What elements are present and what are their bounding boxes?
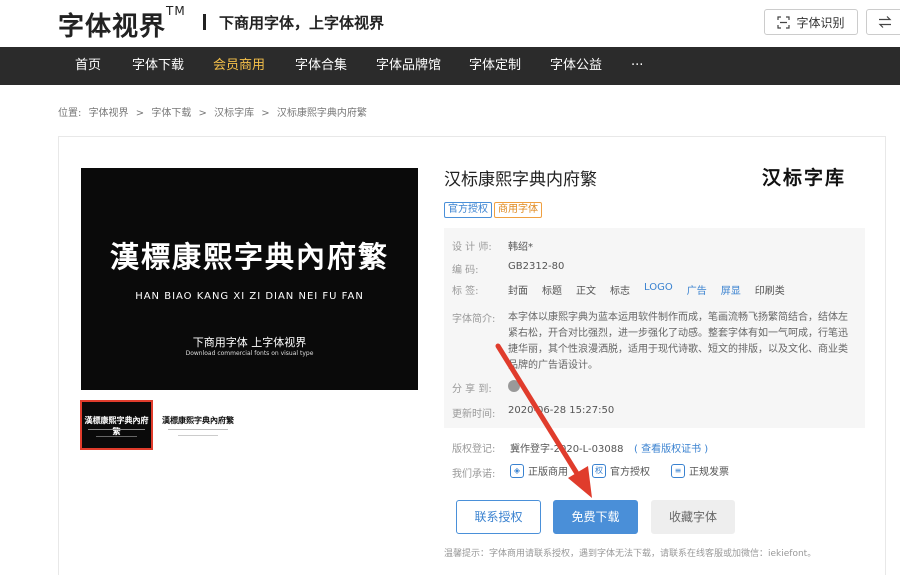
breadcrumb-foundry[interactable]: 汉标字库 [214,108,254,119]
label-tag[interactable]: 标题 [542,282,562,297]
breadcrumb-prefix: 位置: [58,108,82,119]
promise-genuine-label: 正版商用 [528,467,568,478]
certificate-icon: 权 [592,463,606,478]
nav-item-home[interactable]: 首页 [75,47,101,85]
shield-icon: ◈ [510,463,524,478]
code-value: GB2312-80 [508,261,565,272]
nav-item-font-download[interactable]: 字体下载 [132,47,184,85]
thumbnail-2-line [168,429,228,430]
promise-official-label: 官方授权 [610,467,650,478]
breadcrumb-current: 汉标康熙字典内府繁 [276,108,367,119]
logo-text: 字体视界 [58,12,167,42]
breadcrumb-sep: > [135,108,145,119]
preview-subtitle: 下商用字体 上字体视界 [192,336,307,349]
promise-invoice: ≡ 正规发票 [671,463,729,478]
thumbnail-2-line [178,435,218,436]
nav-item-custom[interactable]: 字体定制 [469,47,521,85]
labels-list: 封面 标题 正文 标志 LOGO 广告 屏显 印刷类 [508,282,799,297]
site-logo[interactable]: 字体视界TM [58,4,186,43]
copyright-label: 版权登记: [452,444,496,455]
code-label: 编 码: [452,265,479,276]
slogan-divider [203,14,206,30]
designer-value: 韩绍* [508,242,533,253]
wechat-share-icon[interactable] [508,380,520,392]
thumbnail-1-line [96,436,137,437]
label-tag[interactable]: 印刷类 [755,282,785,297]
breadcrumb-font-download[interactable]: 字体下载 [151,108,191,119]
font-recognize-button[interactable]: 字体识别 [764,9,858,35]
nav-item-more[interactable]: ··· [631,47,643,85]
font-details-panel: 设 计 师: 韩绍* 编 码: GB2312-80 标 签: 封面 标题 正文 … [444,228,865,428]
nav-item-brand-hall[interactable]: 字体品牌馆 [376,47,441,85]
main-nav: 首页 字体下载 会员商用 字体合集 字体品牌馆 字体定制 字体公益 ··· [0,47,900,85]
promise-label: 我们承诺: [452,469,496,480]
desc-label: 字体简介: [452,314,496,325]
font-preview-image: 漢標康熙字典內府繁 HAN BIAO KANG XI ZI DIAN NEI F… [81,168,418,390]
designer-label: 设 计 师: [452,242,492,253]
logo-tm: TM [166,4,186,18]
labels-label: 标 签: [452,286,479,297]
label-tag[interactable]: 广告 [687,282,707,297]
commercial-font-tag: 商用字体 [494,202,542,218]
font-recognize-label: 字体识别 [796,15,845,30]
contact-license-button[interactable]: 联系授权 [456,500,541,534]
labels-row: 标 签: 封面 标题 正文 标志 LOGO 广告 屏显 印刷类 [452,282,785,297]
label-tag[interactable]: 标志 [610,282,630,297]
font-description: 本字体以康熙字典为蓝本运用软件制作而成，笔画流畅飞扬繁简结合，结体左紧右松，开合… [508,312,848,371]
designer-row: 设 计 师: 韩绍* [452,238,533,253]
site-slogan: 下商用字体，上字体视界 [219,14,385,32]
download-tip: 温馨提示：字体商用请联系授权，遇到字体无法下载，请联系在线客服或加微信：ieki… [444,549,817,559]
preview-subtitle-en: Download commercial fonts on visual type [185,350,314,357]
preview-title: 漢標康熙字典內府繁 [109,240,389,274]
update-label: 更新时间: [452,409,496,420]
foundry-logo[interactable]: 汉标字库 [762,163,846,190]
preview-pinyin: HAN BIAO KANG XI ZI DIAN NEI FU FAN [135,291,364,302]
promise-genuine: ◈ 正版商用 [510,463,568,478]
collect-font-button[interactable]: 收藏字体 [651,500,735,534]
breadcrumb-sep: > [261,108,270,119]
official-license-tag: 官方授权 [444,202,492,218]
breadcrumb: 位置: 字体视界 > 字体下载 > 汉标字库 > 汉标康熙字典内府繁 [58,104,371,119]
view-certificate-link[interactable]: ( 查看版权证书 ) [634,440,708,455]
update-time: 2020-06-28 15:27:50 [508,405,615,416]
label-tag[interactable]: 封面 [508,282,528,297]
share-label: 分 享 到: [452,384,492,395]
thumbnail-1-line [88,429,145,430]
breadcrumb-sep: > [198,108,207,119]
preview-thumbnail-2[interactable]: 漢標康熙字典內府繁 [158,400,238,450]
font-name: 汉标康熙字典内府繁 [444,170,597,190]
scan-icon [777,15,791,29]
preview-thumbnail-1[interactable]: 漢標康熙字典內府繁 [80,400,153,450]
breadcrumb-home[interactable]: 字体视界 [89,108,129,119]
label-tag[interactable]: 屏显 [721,282,741,297]
free-download-button[interactable]: 免费下载 [553,500,638,534]
nav-item-font-collection[interactable]: 字体合集 [295,47,347,85]
update-row: 更新时间: 2020-06-28 15:27:50 [452,405,614,420]
nav-item-charity[interactable]: 字体公益 [550,47,602,85]
thumbnail-2-text: 漢標康熙字典內府繁 [162,415,234,425]
thumbnail-1-text: 漢標康熙字典內府繁 [84,415,149,436]
copyright-value: 冀作登字-2020-L-03088 [510,444,624,455]
switch-button[interactable] [866,9,900,35]
swap-icon [878,16,892,28]
invoice-icon: ≡ [671,463,685,478]
top-header: 字体视界TM 下商用字体，上字体视界 字体识别 [0,0,900,47]
promise-invoice-label: 正规发票 [689,467,729,478]
promise-official: 权 官方授权 [592,463,650,478]
label-tag[interactable]: 正文 [576,282,596,297]
nav-item-member-commercial[interactable]: 会员商用 [213,47,265,85]
label-tag[interactable]: LOGO [644,282,673,297]
code-row: 编 码: GB2312-80 [452,261,564,276]
